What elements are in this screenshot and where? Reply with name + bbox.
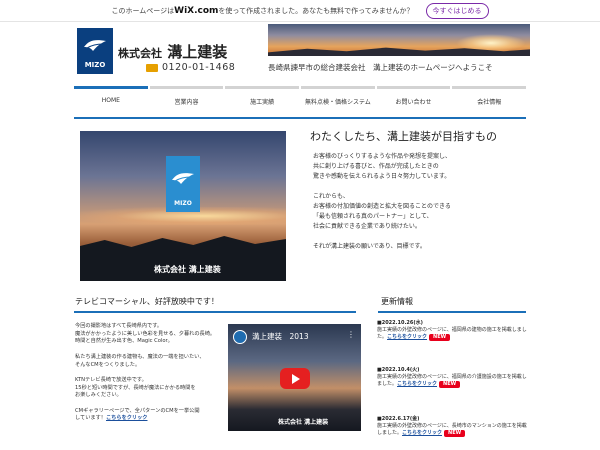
news-link[interactable]: こちらをクリック (402, 430, 442, 436)
tv-section-rule (74, 311, 356, 313)
nav-divider (74, 117, 526, 119)
nav-item-works[interactable]: 施工実績 (225, 86, 300, 108)
news-item: ■2022.10.4(火) 施工実績の外壁改修のページに、福岡県の介護施設の施工… (377, 367, 527, 388)
youtube-video[interactable]: 溝上建装 2013 ⋮ 株式会社 溝上建装 (228, 324, 361, 431)
hero-logo-text: MIZO (174, 200, 192, 207)
news-section-title: 更新情報 (381, 297, 413, 306)
channel-icon[interactable] (233, 330, 247, 344)
hero-logo: MIZO (166, 156, 200, 212)
phone-icon (146, 64, 158, 72)
wix-banner-text: このホームページはWiX.comを使って作成されました。あなたも無料で作ってみま… (111, 5, 414, 16)
more-icon[interactable]: ⋮ (347, 330, 355, 339)
new-badge: NEW (429, 334, 451, 341)
tv-section-title: テレビコマーシャル、好評放映中です！ (75, 297, 219, 306)
video-title[interactable]: 溝上建装 2013 (252, 331, 309, 342)
new-badge: NEW (444, 430, 466, 437)
main-nav: HOME 営業内容 施工実績 無料点検・価格システム お問い合わせ 会社情報 (74, 86, 527, 108)
wix-logo: WiX.com (174, 5, 219, 16)
new-badge: NEW (439, 381, 461, 388)
news-link[interactable]: こちらをクリック (397, 381, 437, 387)
tv-section-text: 今回の撮影地はすべて長崎県内です。 魔法がかかったように美しい色彩を見せる、夕暮… (75, 323, 216, 422)
cm-gallery-link[interactable]: こちらをクリック (106, 415, 148, 421)
nav-item-services[interactable]: 営業内容 (149, 86, 224, 108)
news-item: ■2022.6.17(金) 施工実績の外壁改修のページに、長崎市のマンションの施… (377, 416, 527, 437)
hero-text: お客様のびっくりするような作品や発想を提案し、 共に創り上げる喜びと、作品が完成… (313, 153, 452, 250)
phone-number: 0120-01-1468 (162, 62, 236, 73)
header-photo (268, 24, 530, 56)
nav-item-inspection[interactable]: 無料点検・価格システム (301, 86, 375, 108)
wix-start-button[interactable]: 今すぐはじめる (425, 2, 489, 19)
nav-item-contact[interactable]: お問い合わせ (376, 86, 451, 108)
hero-company-name: 株式会社 溝上建装 (154, 265, 221, 274)
bird-logo-icon (172, 173, 194, 184)
company-logo[interactable]: MIZO (77, 28, 113, 74)
bird-logo-icon (84, 40, 106, 51)
logo-text: MIZO (84, 61, 106, 69)
news-date: ■2022.10.26(水) (377, 320, 423, 326)
hero-title: わたくしたち、溝上建装が目指すもの (310, 130, 497, 143)
header-tagline: 長崎県諫早市の総合建装会社 溝上建装のホームページへようこそ (268, 63, 493, 72)
wix-banner: このホームページはWiX.comを使って作成されました。あなたも無料で作ってみま… (0, 0, 600, 22)
news-date: ■2022.6.17(金) (377, 416, 420, 422)
news-link[interactable]: こちらをクリック (387, 334, 427, 340)
news-section-rule (378, 311, 526, 313)
company-name: 株式会社 溝上建装 (118, 43, 228, 61)
news-date: ■2022.10.4(火) (377, 367, 420, 373)
nav-item-company[interactable]: 会社情報 (452, 86, 527, 108)
news-item: ■2022.10.26(水) 施工実績の外壁改修のページに、福岡県の建物の施工を… (377, 320, 527, 341)
play-icon[interactable] (280, 368, 310, 389)
video-company-name: 株式会社 溝上建装 (278, 419, 329, 426)
nav-item-home[interactable]: HOME (74, 86, 148, 108)
